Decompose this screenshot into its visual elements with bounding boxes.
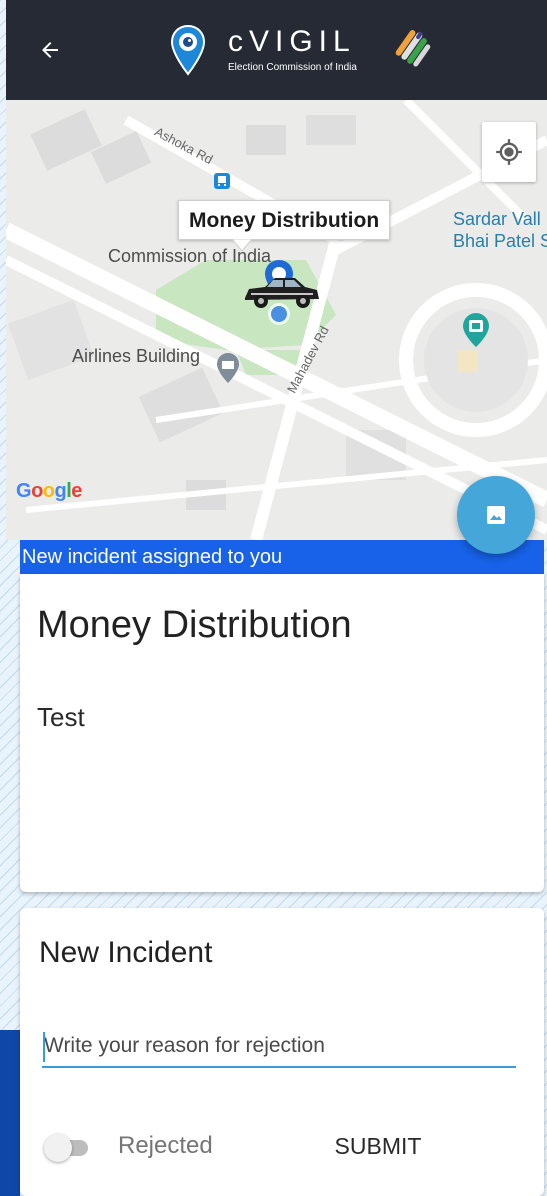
incident-banner: New incident assigned to you — [20, 540, 544, 574]
brand: cVIGIL Election Commission of India — [228, 25, 357, 74]
rejection-card-title: New Incident — [39, 936, 213, 969]
my-location-icon — [496, 139, 522, 165]
image-icon — [487, 506, 505, 524]
rejected-toggle[interactable] — [44, 1130, 88, 1166]
app-header: cVIGIL Election Commission of India — [6, 0, 547, 100]
app-name: cVIGIL — [228, 25, 356, 58]
arrow-left-icon — [42, 42, 58, 58]
google-logo: Google — [16, 480, 82, 502]
app-screen: cVIGIL Election Commission of India Asho… — [6, 0, 547, 1196]
cvigil-pin-logo-icon — [170, 24, 206, 76]
incident-map[interactable]: Ashoka Rd Commission of India Airlines B… — [6, 100, 547, 540]
museum-pin-icon — [463, 313, 489, 347]
bus-stop-icon — [214, 173, 230, 189]
rejection-reason-input[interactable] — [42, 1026, 516, 1068]
attach-image-button[interactable] — [457, 476, 535, 554]
back-button[interactable] — [30, 30, 70, 70]
map-label-airlines: Airlines Building — [72, 346, 201, 366]
text-cursor — [43, 1032, 45, 1062]
incident-description: Test — [37, 702, 85, 732]
rejection-card: New Incident Rejected SUBMIT — [20, 908, 544, 1196]
incident-card: Money Distribution Test — [20, 574, 544, 892]
submit-button[interactable]: SUBMIT — [328, 1124, 428, 1168]
callout-pointer — [232, 239, 252, 251]
app-subtitle: Election Commission of India — [228, 62, 357, 73]
landmark-pin-icon — [217, 353, 239, 383]
rejected-toggle-label: Rejected — [118, 1132, 213, 1159]
map-label-sardar: Sardar Vall Bhai Patel S — [453, 209, 547, 251]
toggle-thumb — [44, 1134, 72, 1162]
my-location-button[interactable] — [482, 122, 536, 182]
incident-title: Money Distribution — [37, 604, 352, 646]
marker-callout[interactable]: Money Distribution — [178, 200, 391, 240]
inked-finger-logo-icon — [395, 30, 431, 67]
car-icon[interactable] — [239, 272, 323, 312]
